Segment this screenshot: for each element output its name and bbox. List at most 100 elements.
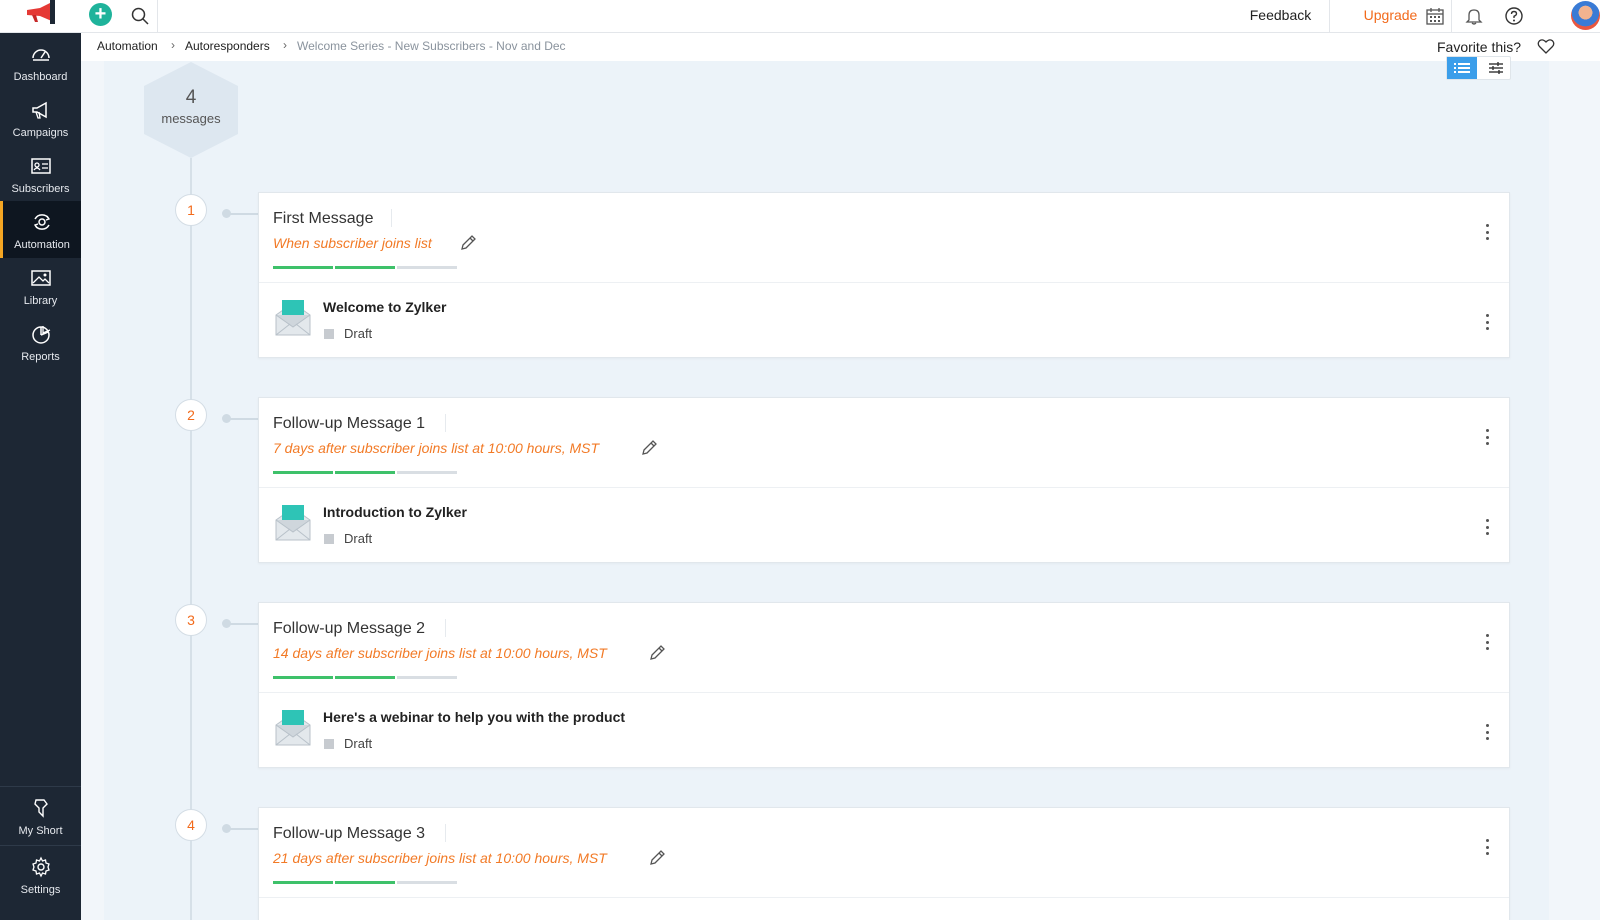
step-connector [228, 418, 258, 420]
message-title[interactable]: First Message [273, 210, 373, 228]
message-count-label: messages [161, 111, 221, 126]
more-options-icon[interactable] [1482, 839, 1492, 855]
message-card: First Message When subscriber joins list… [258, 192, 1510, 358]
message-trigger: When subscriber joins list [273, 235, 432, 251]
sidebar-item-campaigns[interactable]: Campaigns [0, 89, 81, 146]
list-view-button[interactable] [1447, 57, 1477, 79]
sidebar-item-subscribers[interactable]: Subscribers [0, 145, 81, 202]
step-connector [228, 623, 258, 625]
message-email-row[interactable]: Here's a webinar to help you with the pr… [259, 693, 1509, 767]
message-trigger: 14 days after subscriber joins list at 1… [273, 645, 607, 661]
progress-segment-done [273, 881, 333, 884]
email-name[interactable]: Introduction to Zylker [323, 504, 467, 520]
sidebar-item-reports[interactable]: Reports [0, 313, 81, 370]
message-card: Follow-up Message 2 14 days after subscr… [258, 602, 1510, 768]
more-options-icon[interactable] [1482, 224, 1492, 240]
avatar[interactable] [1571, 1, 1600, 30]
message-card: Follow-up Message 3 21 days after subscr… [258, 807, 1510, 920]
shortcut-icon [33, 799, 48, 818]
message-email-row[interactable]: Introduction to Zylker Draft [259, 488, 1509, 562]
sidebar-item-label: Campaigns [12, 127, 69, 139]
more-options-icon[interactable] [1482, 519, 1492, 535]
create-new-button[interactable]: + [89, 3, 112, 26]
megaphone-logo[interactable] [20, 0, 64, 30]
step-number: 2 [175, 399, 207, 431]
step-number: 4 [175, 809, 207, 841]
step-connector [228, 828, 258, 830]
id-card-icon [30, 158, 51, 174]
megaphone-icon [31, 101, 47, 119]
sidebar: Dashboard Campaigns Subscribers Automati… [0, 33, 81, 920]
message-title[interactable]: Follow-up Message 3 [273, 825, 425, 843]
calendar-icon[interactable] [1423, 4, 1447, 28]
progress-steps [273, 676, 461, 679]
pencil-icon[interactable] [459, 234, 477, 252]
pie-chart-icon [31, 326, 50, 344]
more-options-icon[interactable] [1482, 634, 1492, 650]
pencil-icon[interactable] [648, 849, 666, 867]
more-options-icon[interactable] [1482, 724, 1492, 740]
flow-view-button[interactable] [1481, 57, 1511, 79]
envelope-icon [275, 505, 311, 541]
progress-segment-done [335, 881, 395, 884]
search-button[interactable] [122, 0, 158, 32]
more-options-icon[interactable] [1482, 429, 1492, 445]
message-card-header: Follow-up Message 1 7 days after subscri… [259, 398, 1509, 488]
breadcrumb-autoresponders[interactable]: Autoresponders [185, 39, 270, 53]
message-title[interactable]: Follow-up Message 2 [273, 620, 425, 638]
message-card: Follow-up Message 1 7 days after subscri… [258, 397, 1510, 563]
envelope-icon [275, 710, 311, 746]
progress-steps [273, 471, 461, 474]
title-separator [391, 209, 392, 227]
list-icon [1454, 63, 1470, 73]
more-options-icon[interactable] [1482, 314, 1492, 330]
automation-icon [33, 214, 51, 230]
message-count: 4 [185, 87, 197, 108]
sidebar-item-dashboard[interactable]: Dashboard [0, 33, 81, 90]
heart-icon[interactable] [1537, 37, 1555, 55]
message-trigger: 21 days after subscriber joins list at 1… [273, 850, 607, 866]
bell-icon[interactable] [1462, 4, 1486, 28]
sidebar-item-settings[interactable]: Settings [0, 846, 81, 906]
sidebar-item-label: Settings [20, 884, 61, 896]
progress-segment-done [335, 676, 395, 679]
message-title[interactable]: Follow-up Message 1 [273, 415, 425, 433]
status-badge: Draft [344, 736, 373, 751]
message-card-header: Follow-up Message 3 21 days after subscr… [259, 808, 1509, 898]
breadcrumb-automation[interactable]: Automation [97, 39, 158, 53]
progress-steps [273, 266, 461, 269]
sidebar-item-label: Subscribers [11, 183, 70, 195]
sliders-icon [1489, 62, 1503, 74]
step-connector [228, 213, 258, 215]
help-icon[interactable] [1502, 4, 1526, 28]
message-card-header: First Message When subscriber joins list [259, 193, 1509, 283]
pencil-icon[interactable] [648, 644, 666, 662]
image-icon [30, 270, 51, 286]
progress-segment-todo [397, 266, 457, 269]
status-indicator [324, 329, 334, 339]
favorite-label: Favorite this? [1437, 39, 1522, 55]
status-badge: Draft [344, 326, 373, 341]
view-toggle [1446, 56, 1511, 80]
progress-steps [273, 881, 461, 884]
sidebar-item-my-short[interactable]: My Short [0, 787, 81, 845]
progress-segment-done [273, 266, 333, 269]
progress-segment-done [335, 266, 395, 269]
envelope-icon [275, 300, 311, 336]
feedback-link[interactable]: Feedback [1232, 0, 1330, 32]
sidebar-item-library[interactable]: Library [0, 257, 81, 314]
email-name[interactable]: Here's a webinar to help you with the pr… [323, 709, 625, 725]
step-number: 1 [175, 194, 207, 226]
sidebar-item-label: Dashboard [13, 71, 68, 83]
progress-segment-todo [397, 676, 457, 679]
timeline-line [190, 158, 192, 920]
sidebar-item-label: Automation [14, 239, 70, 251]
status-indicator [324, 739, 334, 749]
pencil-icon[interactable] [640, 439, 658, 457]
status-indicator [324, 534, 334, 544]
breadcrumb-separator: › [283, 38, 287, 52]
email-name[interactable]: Welcome to Zylker [323, 299, 446, 315]
sidebar-item-automation[interactable]: Automation [0, 201, 81, 258]
message-email-row[interactable]: Welcome to Zylker Draft [259, 283, 1509, 357]
sidebar-item-label: Library [23, 295, 58, 307]
